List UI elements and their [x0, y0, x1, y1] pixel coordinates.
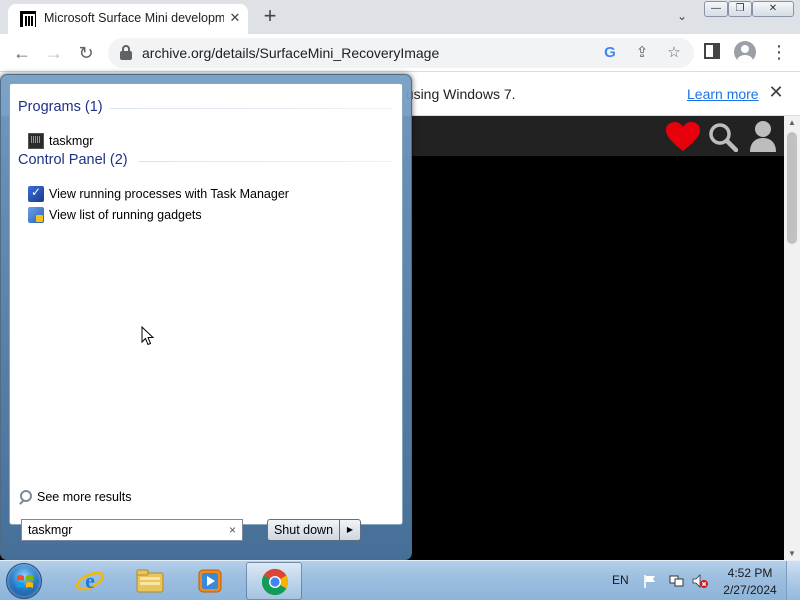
shut-down-button[interactable]: Shut down: [267, 519, 339, 541]
star-icon[interactable]: ☆: [664, 43, 684, 63]
see-more-label: See more results: [37, 490, 132, 504]
forward-icon[interactable]: →: [42, 41, 66, 65]
clock-time[interactable]: 4:52 PM: [718, 566, 782, 580]
info-bar-close-icon[interactable]: ✕: [766, 82, 786, 102]
clock-date[interactable]: 2/27/2024: [718, 583, 782, 597]
close-window-button[interactable]: ✕: [752, 1, 794, 17]
clear-search-icon[interactable]: ×: [229, 523, 236, 537]
tab-search-chevron-icon[interactable]: ⌄: [672, 9, 692, 25]
windows-explorer-button[interactable]: [122, 562, 178, 600]
tab-strip: Microsoft Surface Mini developm ✕ + ⌄ — …: [0, 0, 800, 34]
learn-more-link[interactable]: Learn more: [687, 86, 759, 102]
result-view-running-processes[interactable]: View running processes with Task Manager: [28, 185, 289, 203]
media-player-icon: [198, 569, 222, 593]
archive-favicon-icon: [20, 11, 36, 27]
internet-explorer-icon: e: [75, 568, 105, 593]
search-results-panel: Programs (1) taskmgr Control Panel (2) V…: [9, 83, 403, 525]
minimize-button[interactable]: —: [704, 1, 728, 17]
volume-muted-icon[interactable]: [692, 573, 708, 589]
start-button[interactable]: [6, 563, 42, 599]
network-icon[interactable]: [668, 573, 684, 589]
result-taskmgr[interactable]: taskmgr: [28, 132, 93, 150]
lock-icon[interactable]: [120, 45, 132, 61]
browser-tab[interactable]: Microsoft Surface Mini developm ✕: [8, 4, 248, 34]
side-panel-icon[interactable]: [704, 43, 720, 59]
scroll-thumb[interactable]: [787, 132, 797, 244]
action-center-flag-icon[interactable]: [642, 573, 658, 589]
back-icon[interactable]: ←: [10, 41, 34, 65]
profile-icon[interactable]: [734, 41, 756, 63]
see-more-results-link[interactable]: See more results: [18, 490, 131, 504]
scroll-up-icon[interactable]: ▲: [788, 118, 796, 127]
media-player-button[interactable]: [182, 562, 238, 600]
show-desktop-button[interactable]: [786, 561, 800, 600]
group-header-programs[interactable]: Programs (1): [18, 99, 103, 115]
heart-icon[interactable]: [666, 122, 700, 152]
tab-close-icon[interactable]: ✕: [226, 9, 244, 27]
result-view-running-gadgets[interactable]: View list of running gadgets: [28, 206, 202, 224]
reload-icon[interactable]: ↻: [74, 41, 98, 65]
group-divider: [138, 161, 392, 162]
result-label: View running processes with Task Manager: [49, 187, 289, 201]
url-text[interactable]: archive.org/details/SurfaceMini_Recovery…: [142, 45, 439, 61]
search-icon[interactable]: [708, 122, 738, 152]
monitor-icon: [28, 133, 44, 149]
maximize-button[interactable]: ❐: [728, 1, 752, 17]
search-value[interactable]: taskmgr: [28, 523, 72, 537]
group-header-control-panel[interactable]: Control Panel (2): [18, 152, 128, 168]
magnifier-icon: [18, 490, 32, 504]
menu-icon[interactable]: ⋮: [770, 42, 788, 62]
google-icon[interactable]: G: [600, 43, 620, 63]
group-divider: [110, 108, 392, 109]
start-menu: Programs (1) taskmgr Control Panel (2) V…: [0, 74, 412, 560]
tab-title: Microsoft Surface Mini developm: [44, 11, 224, 25]
browser-toolbar: ← → ↻ archive.org/details/SurfaceMini_Re…: [0, 34, 800, 72]
windows-logo-icon: [17, 575, 33, 588]
start-search-input[interactable]: taskmgr ×: [21, 519, 243, 541]
share-icon[interactable]: ⇪: [632, 43, 652, 63]
language-indicator[interactable]: EN: [612, 573, 629, 587]
taskbar: e EN 4:52 PM 2/27/2024: [0, 560, 800, 600]
page-scrollbar[interactable]: ▲ ▼: [784, 116, 800, 560]
chrome-icon: [261, 568, 289, 596]
shut-down-options-arrow-icon[interactable]: ▶: [339, 519, 361, 541]
task-manager-icon: [28, 185, 44, 202]
svg-text:e: e: [85, 568, 95, 593]
result-label: View list of running gadgets: [49, 208, 202, 222]
windows-explorer-icon: [136, 569, 164, 593]
mouse-cursor-icon: [141, 326, 155, 346]
internet-explorer-button[interactable]: e: [62, 562, 118, 600]
new-tab-button[interactable]: +: [258, 5, 282, 29]
address-bar[interactable]: archive.org/details/SurfaceMini_Recovery…: [108, 38, 694, 68]
chrome-button[interactable]: [246, 562, 302, 600]
gadgets-icon: [28, 207, 44, 223]
result-label: taskmgr: [49, 134, 94, 148]
account-icon[interactable]: [748, 120, 778, 152]
scroll-down-icon[interactable]: ▼: [788, 549, 796, 558]
